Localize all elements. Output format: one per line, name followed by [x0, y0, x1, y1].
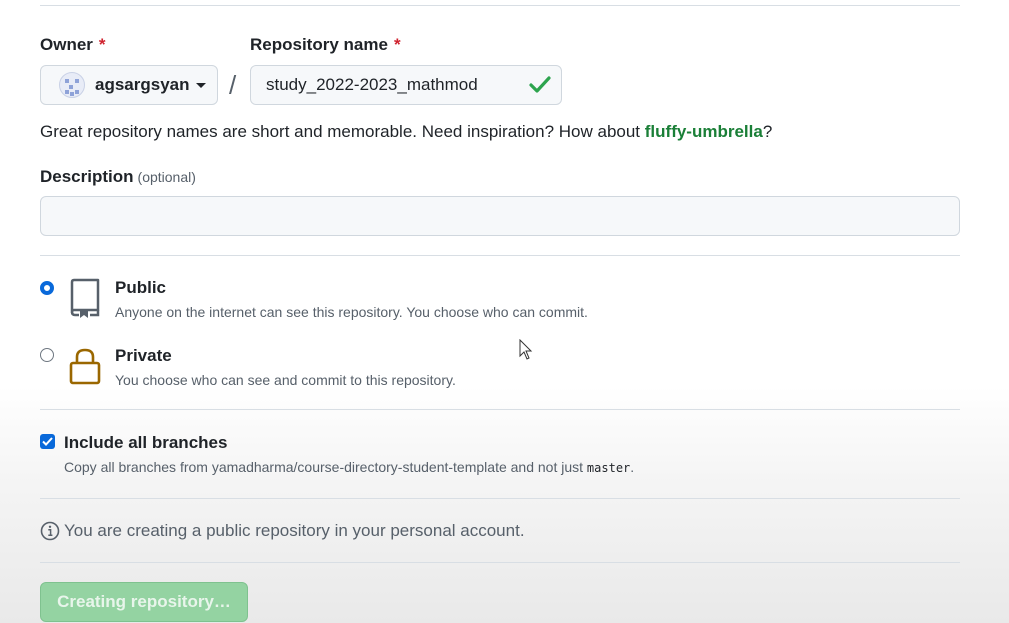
caret-down-icon	[195, 82, 206, 88]
private-description: You choose who can see and commit to thi…	[115, 372, 456, 388]
hint-suffix: ?	[762, 122, 773, 141]
private-radio[interactable]	[40, 348, 54, 362]
mouse-cursor-icon	[519, 339, 533, 360]
owner-dropdown[interactable]: agsargsyan	[40, 65, 218, 105]
public-radio[interactable]	[40, 281, 54, 295]
owner-repo-separator: /	[229, 70, 237, 100]
default-branch-name: master	[586, 461, 631, 475]
owner-label-text: Owner	[40, 35, 93, 54]
repository-required-mark: *	[393, 35, 401, 54]
include-branches-checkbox[interactable]	[40, 434, 55, 449]
repository-name-input[interactable]	[250, 65, 562, 105]
top-divider	[40, 5, 960, 6]
divider	[40, 409, 960, 410]
repository-name-label: Repository name *	[250, 35, 401, 55]
avatar	[59, 72, 85, 98]
name-suggestion-link[interactable]: fluffy-umbrella	[645, 122, 763, 141]
description-label: Description (optional)	[40, 167, 196, 187]
private-title: Private	[115, 346, 172, 365]
description-optional-text: (optional)	[137, 169, 196, 185]
public-title: Public	[115, 278, 167, 297]
branches-desc-suffix: .	[630, 459, 635, 475]
include-branches-title: Include all branches	[64, 433, 228, 452]
checkmark-icon	[42, 437, 53, 446]
public-repo-notice: You are creating a public repository in …	[64, 521, 525, 540]
repository-name-hint: Great repository names are short and mem…	[40, 122, 772, 142]
repository-name-label-text: Repository name	[250, 35, 388, 54]
hint-prefix: Great repository names are short and mem…	[40, 122, 645, 141]
repo-icon	[70, 278, 100, 318]
create-repository-button[interactable]: Creating repository…	[40, 582, 248, 622]
info-icon	[40, 521, 60, 541]
check-icon	[529, 76, 551, 93]
divider	[40, 255, 960, 256]
divider	[40, 562, 960, 563]
owner-name: agsargsyan	[95, 75, 190, 94]
owner-label: Owner *	[40, 35, 106, 55]
public-description: Anyone on the internet can see this repo…	[115, 304, 588, 320]
divider	[40, 498, 960, 499]
owner-required-mark: *	[98, 35, 106, 54]
include-branches-description: Copy all branches from yamadharma/course…	[64, 459, 634, 475]
lock-icon	[69, 348, 101, 385]
branches-desc-prefix: Copy all branches from yamadharma/course…	[64, 459, 587, 475]
description-input[interactable]	[40, 196, 960, 236]
create-repository-form: Owner * agsargsyan / Repository name * Gre…	[0, 0, 1009, 623]
description-label-text: Description	[40, 167, 134, 186]
